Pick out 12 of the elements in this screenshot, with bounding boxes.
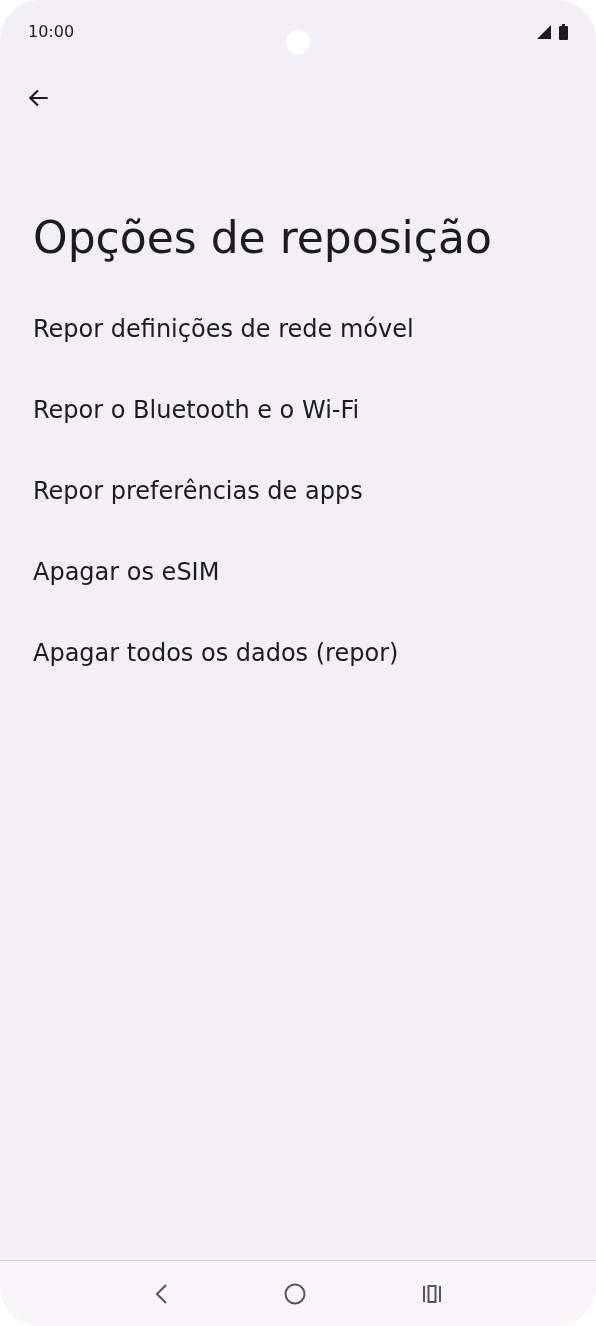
settings-item[interactable]: Repor preferências de apps [0, 450, 596, 531]
home-icon[interactable] [284, 1282, 306, 1305]
settings-item[interactable]: Repor definições de rede móvel [0, 288, 596, 369]
settings-item[interactable]: Apagar os eSIM [0, 531, 596, 612]
signal-icon [537, 25, 551, 39]
page-title: Opções de reposição [32, 211, 493, 265]
status-time: 10:00 [28, 21, 75, 43]
recents-icon[interactable] [422, 1283, 442, 1304]
battery-icon [559, 24, 568, 40]
settings-item[interactable]: Apagar todos os dados (repor) [0, 612, 596, 693]
settings-item[interactable]: Repor o Bluetooth e o Wi-Fi [0, 369, 596, 450]
back-icon[interactable] [154, 1282, 168, 1305]
